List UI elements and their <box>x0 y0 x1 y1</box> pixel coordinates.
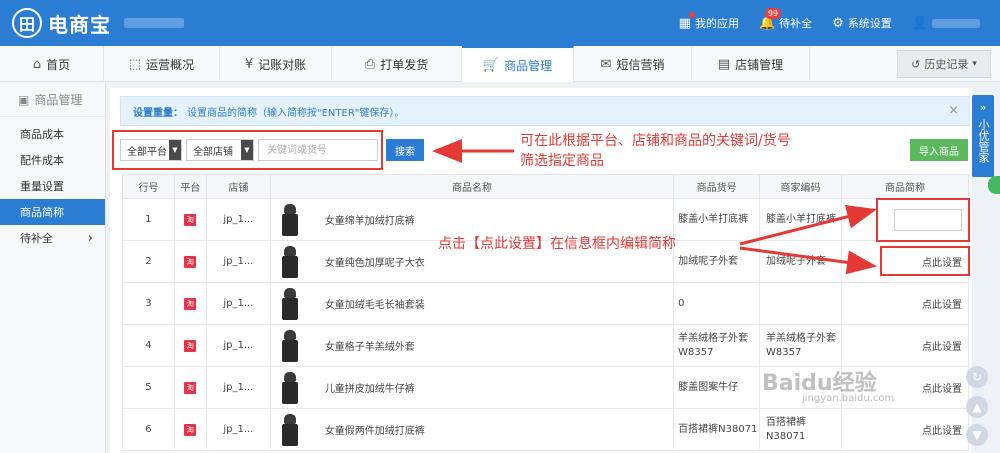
refresh-icon[interactable]: ↻ <box>966 366 988 388</box>
tab-label: 店铺管理 <box>735 57 784 72</box>
settings-label: 系统设置 <box>847 17 892 30</box>
mail-icon: ✉ <box>600 56 612 72</box>
sidebar-item-weight[interactable]: 重量设置 <box>0 173 105 199</box>
history-dropdown[interactable]: ↺ 历史记录 ▾ <box>897 50 991 78</box>
sidebar-item-short-name[interactable]: 商品简称 <box>0 199 105 225</box>
input-highlight-box <box>876 198 970 242</box>
history-label: 历史记录 <box>924 58 969 71</box>
arrow-to-input <box>739 205 877 246</box>
tab-label: 打单发货 <box>380 57 429 72</box>
scroll-down-icon[interactable]: ▼ <box>966 424 988 446</box>
restock-label: 待补全 <box>779 17 813 30</box>
home-icon: ⌂ <box>32 56 42 72</box>
my-apps-button[interactable]: ▦ 我的应用 <box>678 12 739 31</box>
user-menu[interactable]: 👤 <box>912 16 980 31</box>
logo-text: 电商宝 <box>48 12 111 37</box>
chart-icon: ⬚ <box>128 56 142 72</box>
tab-accounting[interactable]: ¥ 记账对账 <box>220 46 332 82</box>
sidebar-item-product-cost[interactable]: 商品成本 <box>0 121 105 147</box>
sidebar-item-accessory-cost[interactable]: 配件成本 <box>0 147 105 173</box>
tab-home[interactable]: ⌂ 首页 <box>0 46 104 82</box>
green-float-icon[interactable] <box>988 176 1000 194</box>
settings-button[interactable]: ⚙ 系统设置 <box>832 15 892 31</box>
tab-shop[interactable]: ▤ 店铺管理 <box>692 46 810 82</box>
printer-icon: ⎙ <box>364 56 376 72</box>
apps-icon: ▦ <box>678 15 691 31</box>
chevron-down-icon: ▾ <box>972 59 977 69</box>
sidebar-item-label: 商品成本 <box>20 128 64 141</box>
shop-name-blurred <box>124 18 184 28</box>
sidebar-item-label: 商品简称 <box>20 206 64 219</box>
chevron-right-icon: › <box>87 230 93 246</box>
restock-button[interactable]: 🔔 99 待补全 <box>759 8 813 31</box>
username-blurred <box>932 18 980 28</box>
shop-icon: ▤ <box>717 56 731 72</box>
restock-badge: 99 <box>764 8 782 19</box>
sidebar-item-label: 重量设置 <box>20 180 64 193</box>
sidebar: ▣ 商品管理 商品成本 配件成本 重量设置 商品简称 待补全 › <box>0 83 106 453</box>
tab-label: 运营概况 <box>146 57 195 72</box>
user-icon: 👤 <box>911 15 928 31</box>
tab-overview[interactable]: ⬚ 运营概况 <box>104 46 220 82</box>
tab-label: 短信营销 <box>616 57 665 72</box>
my-apps-label: 我的应用 <box>694 17 739 30</box>
sidebar-item-label: 待补全 <box>20 232 53 245</box>
assistant-tab[interactable]: » 小优管家 <box>972 95 994 177</box>
product-icon: ▣ <box>18 92 30 107</box>
tab-sms[interactable]: ✉ 短信营销 <box>574 46 692 82</box>
cart-icon: 🛒 <box>482 57 500 73</box>
sidebar-title: ▣ 商品管理 <box>0 83 105 117</box>
arrow-to-set-link <box>739 246 877 275</box>
tab-label: 首页 <box>46 57 71 72</box>
tab-shipping[interactable]: ⎙ 打单发货 <box>332 46 462 82</box>
tab-products[interactable]: 🛒 商品管理 <box>462 46 574 82</box>
history-icon: ↺ <box>911 57 921 71</box>
logo-icon: 田 <box>12 8 42 38</box>
logo[interactable]: 田 电商宝 <box>12 8 111 38</box>
tab-label: 商品管理 <box>504 58 553 73</box>
assistant-label: 小优管家 <box>977 119 990 163</box>
sidebar-item-restock[interactable]: 待补全 › <box>0 225 105 251</box>
top-bar: 田 电商宝 ▦ 我的应用 🔔 99 待补全 ⚙ 系统设置 👤 <box>0 0 1000 46</box>
yen-icon: ¥ <box>244 56 254 72</box>
sidebar-item-label: 配件成本 <box>20 154 64 167</box>
main-nav: ⌂ 首页 ⬚ 运营概况 ¥ 记账对账 ⎙ 打单发货 🛒 商品管理 ✉ 短信营销 ▤ 店铺管理 … <box>0 46 1000 82</box>
double-chevron-icon: » <box>979 101 987 114</box>
link-highlight-box <box>880 246 970 276</box>
watermark-sub: jingyan.baidu.com <box>802 393 895 404</box>
tab-label: 记账对账 <box>258 57 307 72</box>
notification-dot <box>688 12 695 18</box>
gear-icon: ⚙ <box>832 15 844 31</box>
scroll-top-icon[interactable]: ▲ <box>966 396 988 418</box>
sidebar-title-label: 商品管理 <box>34 93 83 107</box>
